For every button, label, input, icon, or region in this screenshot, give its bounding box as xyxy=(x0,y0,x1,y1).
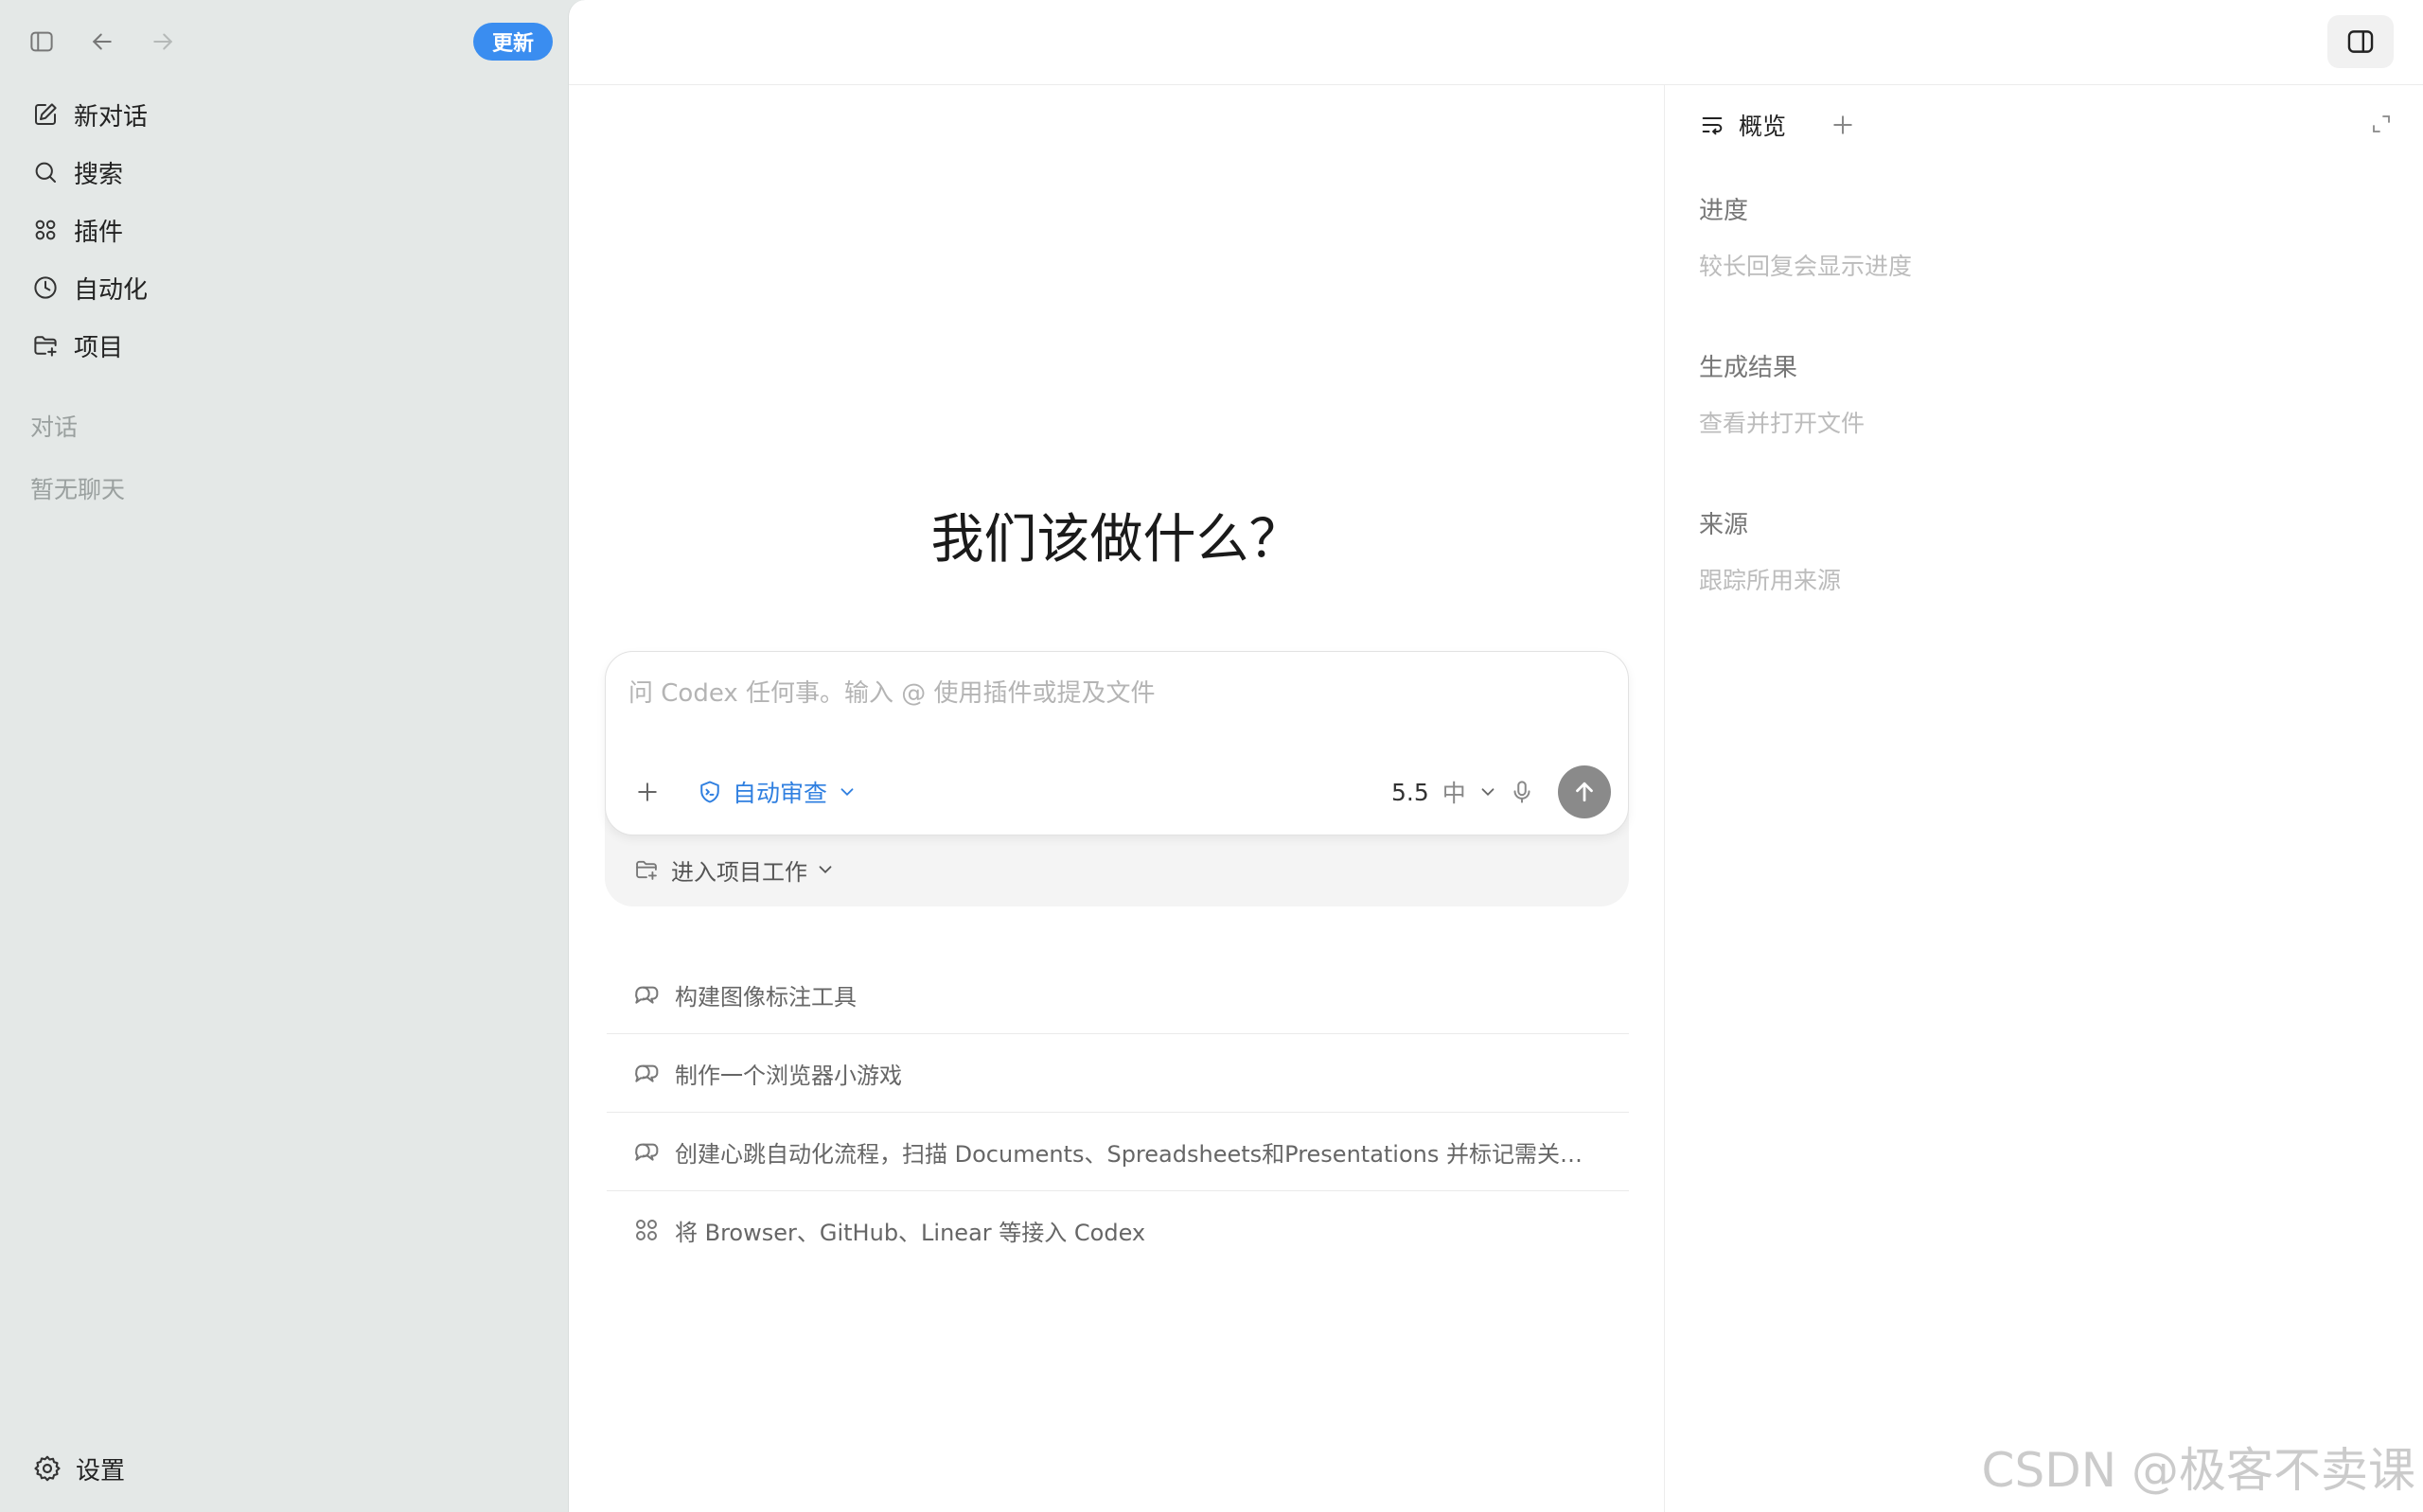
progress-title: 进度 xyxy=(1699,197,1749,225)
auto-review-label: 自动审查 xyxy=(733,780,828,807)
chevron-down-icon xyxy=(1481,788,1494,797)
chats-section-title: 对话 xyxy=(30,413,79,441)
suggestion-label: 创建心跳自动化流程，扫描 Documents、Spreadsheets和Pres… xyxy=(675,1140,1583,1168)
sources-desc: 跟踪所用来源 xyxy=(1699,567,1842,594)
sidebar-item-label: 项目 xyxy=(74,333,124,362)
auto-review-dropdown[interactable]: 自动审查 xyxy=(697,773,858,811)
no-chats-text: 暂无聊天 xyxy=(30,476,126,503)
project-work-label: 进入项目工作 xyxy=(671,858,807,886)
project-work-dropdown[interactable]: 进入项目工作 xyxy=(633,850,836,889)
reasoning-effort: 中 xyxy=(1441,780,1466,807)
folder-plus-icon xyxy=(19,331,72,360)
tab-label: 概览 xyxy=(1739,113,1787,140)
page-title: 我们该做什么？ xyxy=(930,509,1302,571)
watermark: CSDN @极客不卖课 xyxy=(1981,1443,2415,1498)
composer-container: 自动审查 5.5 中 xyxy=(605,651,1629,906)
chat-bubbles-icon xyxy=(635,1143,659,1161)
suggestion-label: 构建图像标注工具 xyxy=(675,983,857,1011)
settings-button[interactable]: 设置 xyxy=(19,1444,549,1493)
back-arrow-icon[interactable] xyxy=(85,25,119,59)
main-header xyxy=(569,0,2423,85)
chat-area: 我们该做什么？ 自动审查 5.5 中 xyxy=(569,85,1664,1512)
sidebar-toggle-icon[interactable] xyxy=(25,25,59,59)
suggestion-label: 制作一个浏览器小游戏 xyxy=(675,1062,902,1089)
composer: 自动审查 5.5 中 xyxy=(605,651,1629,835)
clock-icon xyxy=(19,273,72,302)
search-icon xyxy=(19,158,72,186)
chat-bubbles-icon xyxy=(635,1064,659,1082)
right-panel: 概览 进度 较长回复会显示进度 生成结果 查看并打开文件 来源 跟踪所用来源 xyxy=(1664,85,2423,1512)
sidebar-toolbar: 更新 xyxy=(0,0,568,85)
sidebar-item-label: 搜索 xyxy=(74,160,124,189)
app-window: 更新 新对话 搜索 插件 自动化 项目 对话 暂无聊天 设置 我们该做什么？ 问… xyxy=(0,0,2423,1512)
suggestion-item[interactable]: 创建心跳自动化流程，扫描 Documents、Spreadsheets和Pres… xyxy=(607,1113,1629,1190)
edit-icon xyxy=(19,100,72,129)
results-title: 生成结果 xyxy=(1699,354,1798,382)
chevron-down-icon xyxy=(819,866,832,874)
suggestion-item[interactable]: 制作一个浏览器小游戏 xyxy=(607,1034,1629,1112)
toggle-right-panel-button[interactable] xyxy=(2327,15,2394,68)
sidebar-item-search[interactable]: 搜索 xyxy=(19,148,549,197)
grid-icon xyxy=(636,1220,657,1240)
model-selector[interactable]: 5.5 中 xyxy=(1391,773,1498,811)
suggestion-label: 将 Browser、GitHub、Linear 等接入 Codex xyxy=(675,1219,1146,1246)
main-panel: 我们该做什么？ 自动审查 5.5 中 xyxy=(568,0,2423,1512)
tab-overview[interactable]: 概览 xyxy=(1699,106,1786,144)
send-button[interactable] xyxy=(1558,765,1611,818)
sidebar-item-label: 自动化 xyxy=(74,275,149,305)
sidebar: 更新 新对话 搜索 插件 自动化 项目 对话 暂无聊天 设置 xyxy=(0,0,568,1512)
grid-icon xyxy=(19,216,72,244)
sidebar-item-projects[interactable]: 项目 xyxy=(19,321,549,370)
forward-arrow-icon[interactable] xyxy=(146,25,180,59)
model-version: 5.5 xyxy=(1391,778,1429,806)
folder-plus-icon xyxy=(636,860,657,880)
suggestion-item[interactable]: 构建图像标注工具 xyxy=(607,956,1629,1033)
sidebar-item-new-chat[interactable]: 新对话 xyxy=(19,90,549,139)
wrap-text-icon xyxy=(1702,117,1723,135)
expand-icon[interactable] xyxy=(2365,108,2397,140)
shield-terminal-icon xyxy=(700,781,719,803)
gear-icon xyxy=(19,1453,76,1484)
sidebar-item-label: 插件 xyxy=(74,218,124,247)
add-tab-icon[interactable] xyxy=(1824,106,1862,144)
sidebar-item-automation[interactable]: 自动化 xyxy=(19,263,549,312)
microphone-icon[interactable] xyxy=(1503,773,1541,811)
attach-plus-icon[interactable] xyxy=(628,773,666,811)
results-desc: 查看并打开文件 xyxy=(1699,410,1866,437)
sidebar-item-label: 新对话 xyxy=(74,102,149,132)
progress-desc: 较长回复会显示进度 xyxy=(1699,253,1913,280)
update-button[interactable]: 更新 xyxy=(473,23,553,61)
panel-right-icon xyxy=(2347,30,2374,53)
arrow-up-icon xyxy=(1576,782,1593,802)
suggestion-item[interactable]: 将 Browser、GitHub、Linear 等接入 Codex xyxy=(607,1191,1629,1269)
sidebar-item-plugins[interactable]: 插件 xyxy=(19,205,549,255)
chat-bubbles-icon xyxy=(635,986,659,1004)
sources-title: 来源 xyxy=(1699,511,1749,539)
settings-label: 设置 xyxy=(76,1456,126,1486)
prompt-input[interactable] xyxy=(628,675,1603,712)
chevron-down-icon xyxy=(840,788,854,797)
